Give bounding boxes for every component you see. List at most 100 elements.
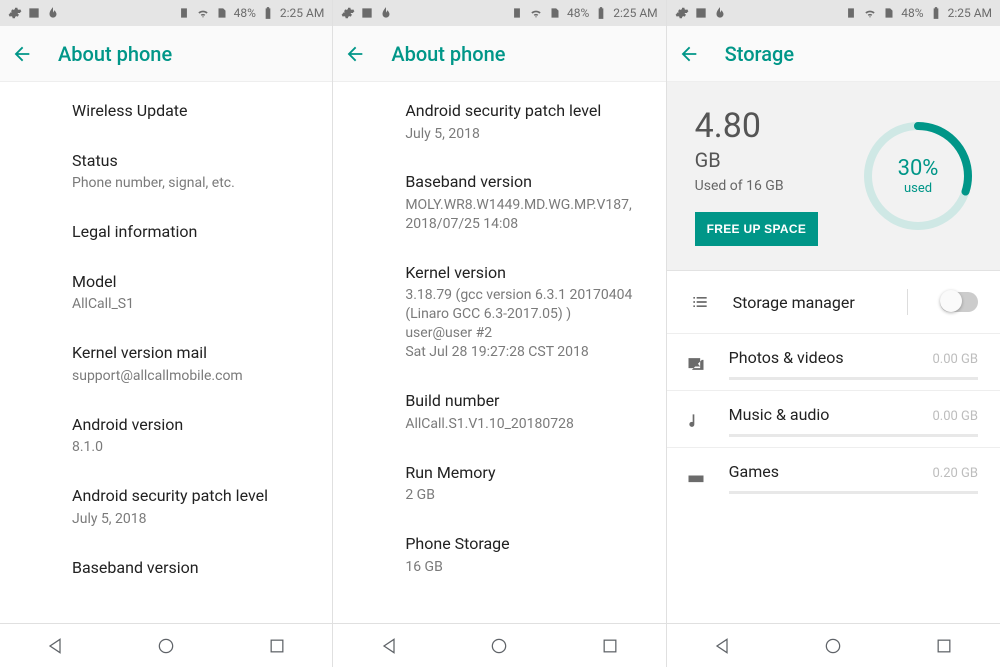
settings-item[interactable]: Kernel version mail support@allcallmobil… [72, 328, 308, 399]
settings-item[interactable]: Phone Storage 16 GB [405, 519, 641, 590]
item-title: Baseband version [72, 557, 308, 579]
status-bar: 48% 2:25 AM [667, 0, 1000, 26]
item-title: Android security patch level [72, 485, 308, 507]
battery-icon [929, 6, 943, 20]
image-icon [27, 6, 41, 20]
row-title: Photos & videos [729, 348, 844, 367]
back-button[interactable] [343, 42, 367, 66]
phone-screen-2: 48% 2:25 AM Storage 4.80 GB Used of 16 G… [667, 0, 1000, 667]
storage-manager-row[interactable]: Storage manager [667, 270, 1000, 333]
back-button[interactable] [677, 42, 701, 66]
nav-back[interactable] [44, 635, 66, 657]
storage-summary: 4.80 GB Used of 16 GB FREE UP SPACE 30% … [667, 82, 1000, 270]
vibrate-icon [844, 6, 858, 20]
games-icon [685, 467, 707, 489]
storage-percent-caption: used [904, 181, 932, 196]
settings-item[interactable]: Wireless Update [72, 86, 308, 136]
battery-percent: 48% [567, 6, 589, 20]
item-title: Status [72, 150, 308, 172]
item-title: Model [72, 271, 308, 293]
settings-item[interactable]: Model AllCall_S1 [72, 257, 308, 328]
storage-ring: 30% used [858, 116, 978, 236]
item-sub: 3.18.79 (gcc version 6.3.1 20170404 (Lin… [405, 286, 641, 362]
nav-bar [667, 623, 1000, 667]
storage-manager-toggle[interactable] [940, 292, 978, 312]
settings-item[interactable]: Status Phone number, signal, etc. [72, 136, 308, 207]
battery-percent: 48% [234, 6, 256, 20]
page-title: About phone [58, 42, 172, 66]
row-title: Music & audio [729, 405, 830, 424]
settings-item[interactable]: Legal information [72, 207, 308, 257]
item-sub: support@allcallmobile.com [72, 367, 308, 386]
item-sub: 16 GB [405, 558, 641, 577]
item-title: Kernel version [405, 262, 641, 284]
item-title: Wireless Update [72, 100, 308, 122]
flame-icon [379, 6, 393, 20]
storage-category-row[interactable]: Photos & videos 0.00 GB [667, 333, 1000, 390]
battery-percent: 48% [901, 6, 923, 20]
settings-item[interactable]: Baseband version MOLY.WR8.W1449.MD.WG.MP… [405, 157, 641, 247]
battery-icon [594, 6, 608, 20]
row-title: Games [729, 462, 779, 481]
nosim-icon [548, 6, 562, 20]
back-button[interactable] [10, 42, 34, 66]
phone-screen-1: 48% 2:25 AM About phone Android security… [333, 0, 666, 667]
status-bar: 48% 2:25 AM [333, 0, 665, 26]
item-title: Kernel version mail [72, 342, 308, 364]
storage-category-row[interactable]: Games 0.20 GB [667, 447, 1000, 504]
app-bar: Storage [667, 26, 1000, 82]
nav-home[interactable] [822, 635, 844, 657]
storage-used-number: 4.80 [695, 106, 818, 146]
phone-screen-0: 48% 2:25 AM About phone Wireless Update … [0, 0, 333, 667]
flame-icon [713, 6, 727, 20]
settings-item[interactable]: Run Memory 2 GB [405, 448, 641, 519]
nav-back[interactable] [711, 635, 733, 657]
item-sub: Phone number, signal, etc. [72, 174, 308, 193]
vibrate-icon [177, 6, 191, 20]
nav-back[interactable] [378, 635, 400, 657]
row-value: 0.20 GB [932, 466, 978, 481]
nav-home[interactable] [155, 635, 177, 657]
item-sub: July 5, 2018 [405, 125, 641, 144]
storage-category-row[interactable]: Music & audio 0.00 GB [667, 390, 1000, 447]
nav-recent[interactable] [599, 635, 621, 657]
storage-percent: 30% [898, 156, 939, 181]
wifi-icon [529, 6, 543, 20]
page-title: Storage [725, 42, 794, 66]
settings-item[interactable]: Android version 8.1.0 [72, 400, 308, 471]
settings-item[interactable]: Android security patch level July 5, 201… [405, 86, 641, 157]
item-sub: AllCall.S1.V1.10_20180728 [405, 415, 641, 434]
clock: 2:25 AM [613, 6, 657, 20]
item-title: Android security patch level [405, 100, 641, 122]
wifi-icon [863, 6, 877, 20]
settings-item[interactable]: Kernel version 3.18.79 (gcc version 6.3.… [405, 248, 641, 376]
list-icon [689, 291, 711, 313]
settings-item[interactable]: Build number AllCall.S1.V1.10_20180728 [405, 376, 641, 447]
nav-recent[interactable] [266, 635, 288, 657]
item-title: Phone Storage [405, 533, 641, 555]
row-title: Storage manager [733, 293, 879, 312]
app-bar: About phone [0, 26, 332, 82]
wifi-icon [196, 6, 210, 20]
gear-icon [8, 6, 22, 20]
storage-used-unit: GB [695, 148, 818, 172]
settings-item[interactable]: Android security patch level July 5, 201… [72, 471, 308, 542]
music-icon [685, 410, 707, 432]
nav-recent[interactable] [933, 635, 955, 657]
free-up-space-button[interactable]: FREE UP SPACE [695, 212, 818, 246]
status-bar: 48% 2:25 AM [0, 0, 332, 26]
clock: 2:25 AM [280, 6, 324, 20]
settings-item[interactable]: Baseband version [72, 543, 308, 593]
item-title: Legal information [72, 221, 308, 243]
nav-home[interactable] [488, 635, 510, 657]
item-sub: MOLY.WR8.W1449.MD.WG.MP.V187, 2018/07/25… [405, 196, 641, 234]
battery-icon [261, 6, 275, 20]
gear-icon [341, 6, 355, 20]
storage-used-of: Used of 16 GB [695, 178, 785, 194]
vibrate-icon [510, 6, 524, 20]
gear-icon [675, 6, 689, 20]
image-icon [694, 6, 708, 20]
item-title: Baseband version [405, 171, 641, 193]
row-bar [729, 434, 978, 437]
item-title: Build number [405, 390, 641, 412]
